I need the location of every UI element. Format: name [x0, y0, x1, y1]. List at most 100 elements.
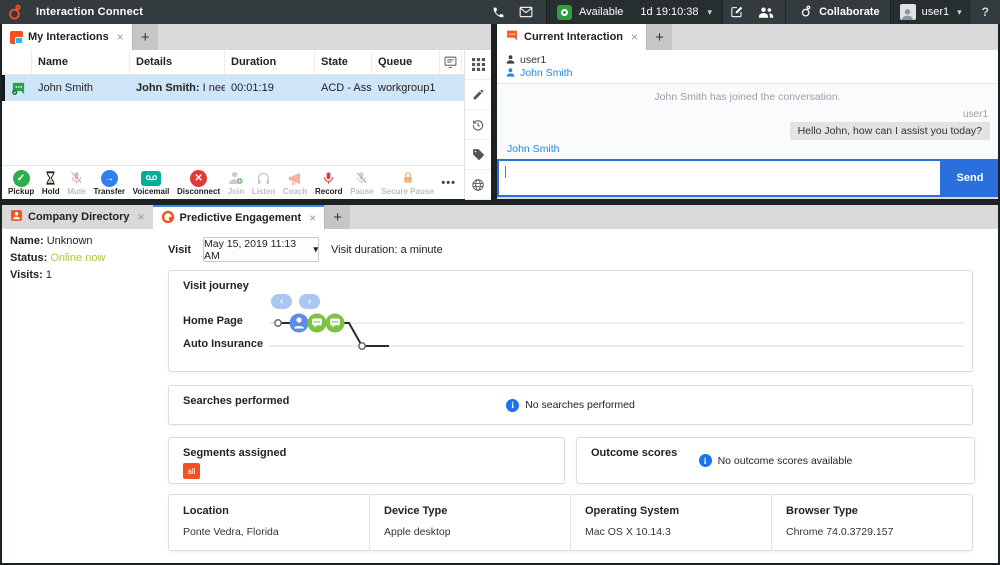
app-window: Interaction Connect Available 1d 19:10:3… [0, 0, 1000, 565]
table-header: Name Details Duration State Queue [2, 50, 464, 75]
customer-message-sender: John Smith [497, 143, 998, 155]
compose-icon[interactable] [723, 0, 751, 24]
tab-my-interactions[interactable]: My Interactions × [2, 24, 132, 50]
coach-button[interactable]: Coach [283, 169, 307, 196]
visitor-visits: Visits: 1 [10, 269, 105, 281]
card-title: Segments assigned [183, 447, 286, 459]
collaborate-icon [800, 4, 813, 21]
online-status: Online now [50, 252, 105, 264]
journey-nav: ‹ › [271, 294, 320, 309]
hourglass-icon [43, 169, 58, 187]
add-tab-button[interactable]: + [646, 24, 672, 50]
disconnect-icon: ✕ [190, 170, 207, 187]
journey-page-label: Home Page [183, 315, 243, 327]
transfer-button[interactable]: → Transfer [93, 169, 125, 196]
header-icon-col [2, 50, 32, 74]
tag-icon[interactable] [465, 140, 491, 170]
add-tab-button[interactable]: + [132, 24, 158, 50]
status-selector[interactable]: Available 1d 19:10:38 ▾ [546, 0, 723, 24]
divider [785, 0, 786, 24]
chevron-down-icon: ▾ [957, 7, 962, 18]
col-state[interactable]: State [315, 50, 372, 74]
close-icon[interactable]: × [117, 30, 124, 44]
right-tab-bar: Current Interaction × + [497, 24, 998, 50]
avatar [900, 4, 916, 20]
row-details: John Smith: I need so... [130, 82, 225, 94]
info-icon: i [699, 454, 712, 467]
add-tab-button[interactable]: + [324, 205, 350, 229]
participant-customer[interactable]: John Smith [505, 66, 990, 79]
collaborate-label: Collaborate [819, 6, 880, 18]
disconnect-button[interactable]: ✕ Disconnect [177, 169, 220, 196]
pickup-button[interactable]: ✓ Pickup [8, 169, 34, 196]
send-button[interactable]: Send [942, 159, 998, 197]
visitor-status: Status: Online now [10, 252, 105, 264]
tab-label: Predictive Engagement [180, 212, 302, 224]
tab-current-interaction[interactable]: Current Interaction × [497, 24, 646, 50]
interactions-table: Name Details Duration State Queue John S… [2, 50, 464, 199]
tab-company-directory[interactable]: Company Directory × [2, 205, 153, 229]
row-state: ACD - Assign... [315, 82, 372, 94]
record-mic-icon [321, 169, 336, 187]
row-duration: 00:01:19 [225, 82, 315, 94]
globe-icon[interactable] [465, 170, 491, 200]
grid-view-icon[interactable] [465, 50, 491, 80]
visit-label: Visit [168, 244, 191, 256]
top-bar: Interaction Connect Available 1d 19:10:3… [0, 0, 1000, 24]
chat-message-input[interactable] [497, 159, 942, 197]
available-status-icon [557, 5, 572, 20]
detail-location: Location Ponte Vedra, Florida [169, 495, 369, 550]
close-icon[interactable]: × [309, 211, 316, 225]
row-name: John Smith [32, 82, 130, 94]
phone-icon[interactable] [485, 0, 512, 24]
person-icon [505, 54, 516, 65]
outcomes-empty-state: i No outcome scores available [577, 438, 974, 483]
collaborate-button[interactable]: Collaborate [790, 0, 890, 24]
voicemail-button[interactable]: Voicemail [133, 169, 170, 196]
col-queue[interactable]: Queue [372, 50, 440, 74]
help-button[interactable]: ? [971, 5, 1000, 19]
pause-button[interactable]: Pause [350, 169, 374, 196]
journey-prev-button[interactable]: ‹ [271, 294, 292, 309]
join-button[interactable]: Join [228, 169, 244, 196]
edit-pencil-icon[interactable] [465, 80, 491, 110]
col-details[interactable]: Details [130, 50, 225, 74]
visit-date-dropdown[interactable]: May 15, 2019 11:13 AM ▾ [203, 237, 319, 262]
more-options-button[interactable]: ••• [441, 177, 456, 189]
predictive-engagement-panel: Company Directory × Predictive Engagemen… [2, 205, 998, 563]
journey-next-button[interactable]: › [299, 294, 320, 309]
notes-panel-icon[interactable] [440, 50, 462, 74]
agent-message-sender: user1 [497, 109, 998, 120]
voicemail-icon [141, 171, 161, 186]
lock-icon [401, 169, 415, 187]
company-directory-icon [10, 209, 23, 225]
table-row[interactable]: John Smith John Smith: I need so... 00:0… [2, 75, 464, 101]
join-icon [228, 169, 244, 187]
close-icon[interactable]: × [631, 30, 638, 44]
secure-pause-button[interactable]: Secure Pause [381, 169, 433, 196]
segment-badge[interactable]: all [183, 463, 200, 479]
journey-timeline[interactable] [269, 313, 964, 359]
person-icon [505, 67, 516, 78]
listen-button[interactable]: Listen [252, 169, 276, 196]
chat-interaction-icon [5, 81, 32, 96]
hold-button[interactable]: Hold [42, 169, 60, 196]
tab-label: Company Directory [28, 211, 129, 223]
record-button[interactable]: Record [315, 169, 343, 196]
people-icon[interactable] [751, 0, 781, 24]
row-queue: workgroup1 [372, 82, 440, 94]
history-icon[interactable] [465, 110, 491, 140]
chat-input-row: Send [497, 159, 998, 197]
mute-button[interactable]: Mute [67, 169, 86, 196]
visitor-details-card: Location Ponte Vedra, Florida Device Typ… [168, 494, 973, 551]
user-menu[interactable]: user1 ▾ [890, 0, 971, 24]
col-duration[interactable]: Duration [225, 50, 315, 74]
card-title: Visit journey [183, 280, 249, 292]
tab-predictive-engagement[interactable]: Predictive Engagement × [153, 205, 325, 229]
participant-agent[interactable]: user1 [505, 53, 990, 66]
close-icon[interactable]: × [137, 210, 144, 224]
col-name[interactable]: Name [32, 50, 130, 74]
call-controls-toolbar: ✓ Pickup Hold Mute → Trans [2, 165, 464, 199]
mail-icon[interactable] [512, 0, 540, 24]
searches-performed-card: Searches performed i No searches perform… [168, 385, 973, 425]
